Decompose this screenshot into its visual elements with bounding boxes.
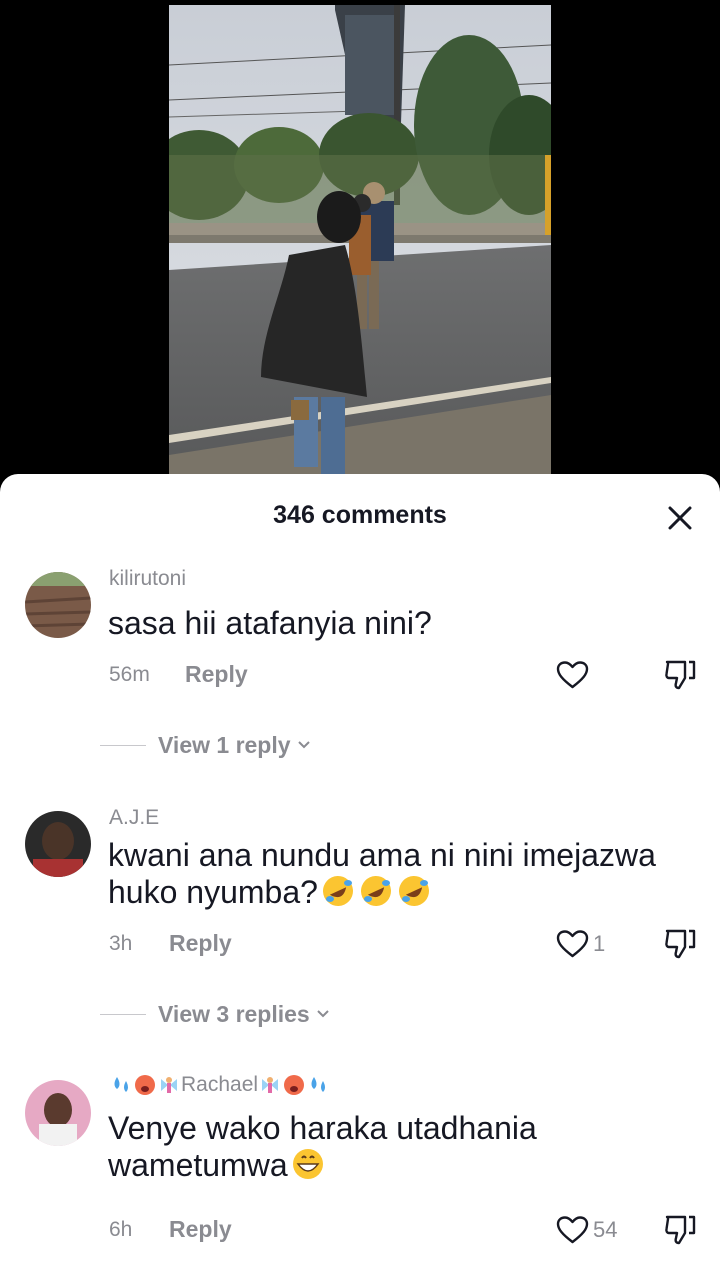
divider-line [100, 744, 146, 746]
avatar[interactable] [25, 1080, 91, 1146]
comment-time: 56m [109, 663, 150, 686]
avatar[interactable] [25, 811, 91, 877]
rolling-laughing-emoji [398, 876, 429, 906]
chevron-down-icon [317, 1010, 329, 1018]
heart-icon [556, 661, 589, 689]
comment-username[interactable]: kilirutoni [109, 567, 186, 591]
comment-text: sasa hii atafanyia nini? [108, 605, 432, 641]
close-button[interactable] [662, 500, 698, 536]
avatar-image [25, 1080, 91, 1146]
sweat-droplets-emoji [114, 1077, 128, 1092]
hot-face-emoji [284, 1075, 305, 1095]
like-count: 1 [593, 931, 606, 956]
heart-icon [556, 1216, 589, 1244]
dislike-button[interactable] [663, 927, 697, 961]
view-replies-label: View 3 replies [158, 1000, 310, 1027]
reply-button[interactable]: Reply [169, 930, 232, 957]
comment-username[interactable]: Rachael [109, 1073, 330, 1097]
comment-text: Venye wako haraka utadhania wametumwa [108, 1110, 668, 1183]
close-icon [668, 506, 692, 530]
comments-sheet: 346 comments kilirutoni sasa hii atafany… [0, 474, 720, 1271]
comment-count: 346 comments [273, 501, 447, 529]
username-text: Rachael [181, 1073, 259, 1096]
sweat-droplets-emoji [311, 1077, 326, 1092]
dislike-button[interactable] [663, 658, 697, 692]
like-count: 54 [593, 1217, 618, 1242]
fairy-emoji [161, 1077, 177, 1093]
avatar[interactable] [25, 572, 91, 638]
comment-username[interactable]: A.J.E [109, 806, 159, 830]
comment-time: 6h [109, 1218, 133, 1241]
like-button[interactable]: 1 [556, 927, 605, 961]
view-replies-button[interactable]: View 1 reply [100, 730, 311, 760]
rolling-laughing-emoji [322, 876, 353, 906]
comments-header: 346 comments [0, 474, 720, 558]
dislike-button[interactable] [663, 1213, 697, 1247]
view-replies-button[interactable]: View 3 replies [100, 999, 330, 1029]
like-button[interactable] [556, 658, 593, 692]
video-thumbnail [169, 5, 551, 475]
fairy-emoji [262, 1077, 279, 1093]
comment-time: 3h [109, 932, 133, 955]
thumbs-down-icon [665, 660, 696, 690]
rolling-laughing-emoji [360, 876, 391, 906]
video-player[interactable] [0, 0, 720, 480]
reply-button[interactable]: Reply [185, 661, 248, 688]
thumbs-down-icon [665, 929, 696, 959]
like-button[interactable]: 54 [556, 1213, 617, 1247]
avatar-image [25, 811, 91, 877]
chevron-down-icon [297, 741, 310, 749]
heart-icon [556, 930, 589, 958]
grinning-face-emoji [292, 1149, 323, 1179]
divider-line [100, 1013, 146, 1015]
comment-text: kwani ana nundu ama ni nini imejazwa huk… [108, 837, 668, 910]
avatar-image [25, 572, 91, 638]
hot-face-emoji [135, 1075, 155, 1095]
video-frame[interactable] [169, 5, 551, 475]
thumbs-down-icon [665, 1215, 696, 1245]
view-replies-label: View 1 reply [158, 731, 291, 758]
reply-button[interactable]: Reply [169, 1216, 232, 1243]
